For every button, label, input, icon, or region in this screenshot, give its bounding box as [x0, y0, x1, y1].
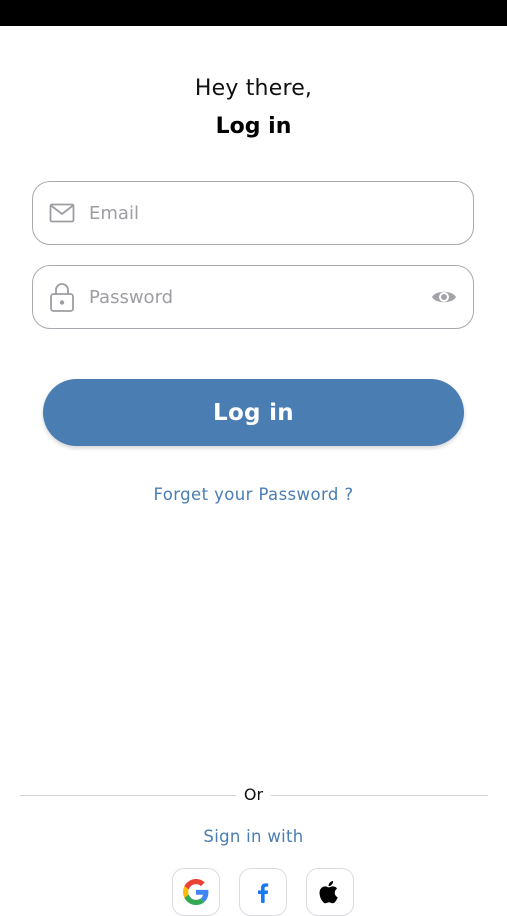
password-input[interactable] — [89, 266, 409, 328]
password-field[interactable] — [32, 265, 474, 329]
facebook-signin-button[interactable] — [239, 868, 287, 916]
greeting-text: Hey there, — [194, 76, 313, 101]
page-title: Log in — [215, 114, 292, 139]
email-field[interactable] — [32, 181, 474, 245]
divider-right — [271, 795, 488, 796]
lock-icon — [48, 282, 76, 312]
google-signin-button[interactable] — [172, 868, 220, 916]
mail-icon — [48, 198, 76, 228]
forgot-password-link[interactable]: Forget your Password ? — [0, 485, 507, 504]
divider-left — [20, 795, 236, 796]
apple-icon — [317, 879, 343, 910]
facebook-icon — [250, 879, 276, 910]
divider-text: Or — [243, 785, 264, 804]
eye-icon[interactable] — [429, 286, 459, 308]
sign-in-with-label: Sign in with — [203, 827, 304, 846]
login-button[interactable]: Log in — [43, 379, 464, 446]
google-icon — [183, 879, 209, 910]
apple-signin-button[interactable] — [306, 868, 354, 916]
email-input[interactable] — [89, 182, 409, 244]
status-bar — [0, 0, 507, 26]
